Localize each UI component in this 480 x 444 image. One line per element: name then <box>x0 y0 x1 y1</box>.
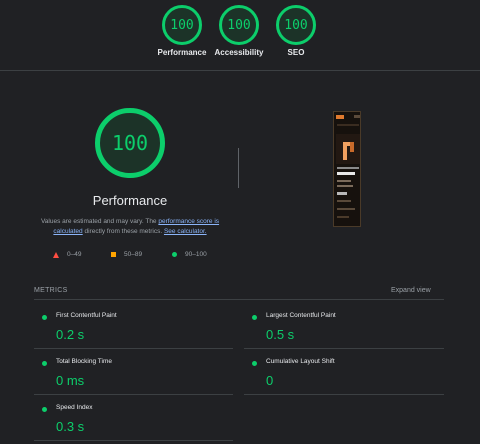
gauge-accessibility-score: 100 <box>227 17 251 33</box>
metric-first-contentful-paint: First Contentful Paint 0.2 s <box>34 312 214 352</box>
metric-name: Speed Index <box>56 404 93 411</box>
metric-row-divider <box>34 348 233 349</box>
performance-main-score: 100 <box>111 131 149 155</box>
pass-circle-icon <box>252 315 257 320</box>
gauge-seo-label: SEO <box>287 48 305 57</box>
final-screenshot-thumbnail[interactable] <box>333 111 361 227</box>
screenshot-preview-image <box>334 112 360 226</box>
vertical-separator <box>238 148 239 188</box>
legend-average: 50–89 <box>111 251 142 258</box>
performance-title: Performance <box>92 193 168 208</box>
pass-circle-icon <box>42 361 47 366</box>
metric-row-divider <box>34 440 233 441</box>
metric-value: 0.5 s <box>266 327 295 342</box>
desc-middle: directly from these metrics. <box>82 228 164 235</box>
metric-value: 0 <box>266 373 274 388</box>
metric-value: 0.2 s <box>56 327 85 342</box>
metric-value: 0 ms <box>56 373 85 388</box>
metrics-header: METRICS <box>34 287 68 294</box>
gauge-accessibility[interactable]: 100 <box>219 5 259 45</box>
legend-average-range: 50–89 <box>124 251 143 258</box>
metric-name: Largest Contentful Paint <box>266 312 336 319</box>
pass-circle-icon <box>172 252 177 257</box>
fail-triangle-icon <box>53 251 59 258</box>
average-square-icon <box>111 252 116 257</box>
performance-main-gauge: 100 <box>95 108 165 178</box>
metric-name: Cumulative Layout Shift <box>266 358 335 365</box>
metric-name: Total Blocking Time <box>56 358 112 365</box>
gauge-performance[interactable]: 100 <box>162 5 202 45</box>
pass-circle-icon <box>42 315 47 320</box>
metric-cumulative-layout-shift: Cumulative Layout Shift 0 <box>244 358 424 398</box>
see-calculator-link[interactable]: See calculator. <box>164 228 207 235</box>
metric-largest-contentful-paint: Largest Contentful Paint 0.5 s <box>244 312 424 352</box>
expand-view-toggle[interactable]: Expand view <box>391 287 431 294</box>
metrics-header-divider <box>34 299 444 300</box>
metric-row-divider <box>34 394 233 395</box>
metric-name: First Contentful Paint <box>56 312 117 319</box>
metric-total-blocking-time: Total Blocking Time 0 ms <box>34 358 214 398</box>
metric-speed-index: Speed Index 0.3 s <box>34 404 214 444</box>
gauge-seo[interactable]: 100 <box>276 5 316 45</box>
metric-row-divider <box>244 348 444 349</box>
legend-pass: 90–100 <box>172 251 207 258</box>
legend-fail-range: 0–49 <box>67 251 82 258</box>
legend-pass-range: 90–100 <box>185 251 207 258</box>
gauge-performance-score: 100 <box>170 17 194 33</box>
header-divider <box>0 70 480 71</box>
performance-description: Values are estimated and may vary. The p… <box>30 217 230 237</box>
pass-circle-icon <box>42 407 47 412</box>
metric-row-divider <box>244 394 444 395</box>
desc-prefix: Values are estimated and may vary. The <box>40 218 159 225</box>
gauge-seo-score: 100 <box>284 17 308 33</box>
pass-circle-icon <box>252 361 257 366</box>
legend-fail: 0–49 <box>53 251 81 258</box>
metric-value: 0.3 s <box>56 419 85 434</box>
